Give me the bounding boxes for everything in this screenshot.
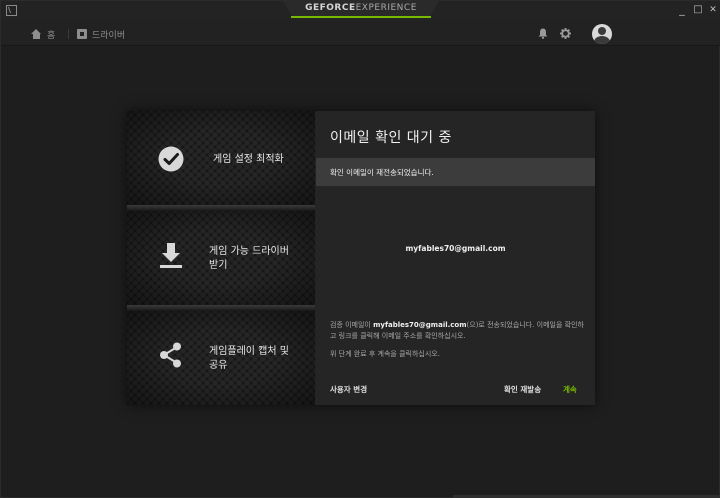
nav-divider: [68, 29, 69, 39]
avatar-icon[interactable]: [592, 24, 612, 44]
brand-main: GEFORCE: [305, 3, 356, 13]
checkmark-icon: [158, 146, 184, 172]
change-user-button[interactable]: 사용자 변경: [330, 384, 367, 395]
instruction-text: 검증 이메일이 myfables70@gmail.com(으)로 전송되었습니다…: [330, 320, 586, 342]
email-verification-dialog: 게임 설정 최적화 게임 가능 드라이버 받기 게임플레이 캡처 및 공유 이메…: [127, 111, 595, 405]
instruction-continue: 위 단계 완료 후 계속을 클릭하십시오.: [330, 350, 440, 358]
app-window: GEFORCEEXPERIENCE _ □ ✕ 홈 드라이버 게임 설정 최적화…: [0, 0, 720, 498]
accent-line: [291, 16, 431, 18]
title-bar[interactable]: GEFORCEEXPERIENCE _ □ ✕: [1, 1, 720, 21]
driver-icon: [77, 29, 87, 39]
resend-button[interactable]: 확인 재발송: [504, 384, 541, 395]
close-button[interactable]: ✕: [706, 3, 720, 17]
feature-share-label: 게임플레이 캡처 및 공유: [209, 346, 289, 371]
feature-share: 게임플레이 캡처 및 공유: [127, 311, 315, 405]
nav-drivers[interactable]: 드라이버: [77, 27, 125, 41]
nav-bar: 홈 드라이버: [1, 21, 720, 46]
nav-drivers-label: 드라이버: [92, 30, 126, 41]
notice-text: 확인 이메일이 재전송되었습니다.: [330, 168, 434, 177]
feature-optimize-label: 게임 설정 최적화: [213, 154, 284, 165]
maximize-button[interactable]: □: [691, 3, 705, 17]
feature-drivers: 게임 가능 드라이버 받기: [127, 211, 315, 305]
brand-banner: GEFORCEEXPERIENCE: [283, 1, 439, 19]
feature-optimize: 게임 설정 최적화: [127, 111, 315, 205]
nav-home[interactable]: 홈: [31, 27, 55, 41]
continue-button[interactable]: 계속: [563, 384, 577, 395]
app-logo-icon: [6, 5, 17, 16]
feature-drivers-label: 게임 가능 드라이버 받기: [209, 246, 289, 271]
home-icon: [31, 29, 42, 39]
nav-home-label: 홈: [47, 30, 56, 41]
bell-icon[interactable]: [538, 28, 548, 39]
gear-icon[interactable]: [560, 28, 571, 39]
minimize-button[interactable]: _: [675, 3, 689, 17]
verification-panel: 이메일 확인 대기 중 확인 이메일이 재전송되었습니다. myfables70…: [316, 111, 595, 405]
brand-sub: EXPERIENCE: [355, 3, 417, 13]
dialog-title: 이메일 확인 대기 중: [330, 130, 452, 146]
email-address: myfables70@gmail.com: [405, 244, 506, 253]
app-title: GEFORCEEXPERIENCE: [283, 3, 439, 13]
notice-banner: 확인 이메일이 재전송되었습니다.: [316, 158, 595, 186]
share-icon: [160, 342, 181, 368]
instruction-email: myfables70@gmail.com: [373, 321, 467, 329]
instruction-prefix: 검증 이메일이: [330, 321, 374, 329]
feature-panel: 게임 설정 최적화 게임 가능 드라이버 받기 게임플레이 캡처 및 공유: [127, 111, 315, 405]
download-icon: [160, 243, 182, 268]
